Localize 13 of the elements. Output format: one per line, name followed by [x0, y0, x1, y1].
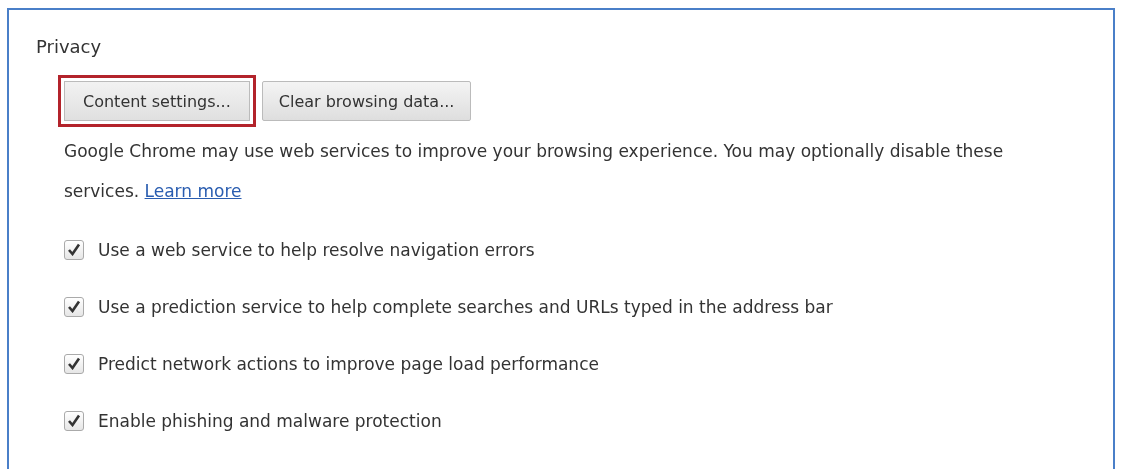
- content-settings-button[interactable]: Content settings...: [58, 75, 256, 127]
- checkbox[interactable]: [64, 410, 84, 431]
- option-label: Use a prediction service to help complete searches and URLs typed in the address bar: [98, 296, 833, 317]
- description-text: Google Chrome may use web services to improve your browsing experience. You may optionally disable these services. Learn more: [64, 140, 1005, 203]
- checkbox[interactable]: [64, 239, 84, 260]
- option-label: Use a web service to help resolve navigation errors: [98, 239, 535, 260]
- section-title: Privacy: [36, 36, 103, 57]
- option-label: Enable phishing and malware protection: [98, 410, 442, 431]
- clear-data-button[interactable]: Clear browsing data...: [261, 81, 472, 121]
- option-label: Predict network actions to improve page load performance: [98, 353, 599, 374]
- checkbox[interactable]: [64, 353, 84, 374]
- checkbox[interactable]: [64, 296, 84, 317]
- learn-more-link[interactable]: Learn more: [144, 181, 242, 201]
